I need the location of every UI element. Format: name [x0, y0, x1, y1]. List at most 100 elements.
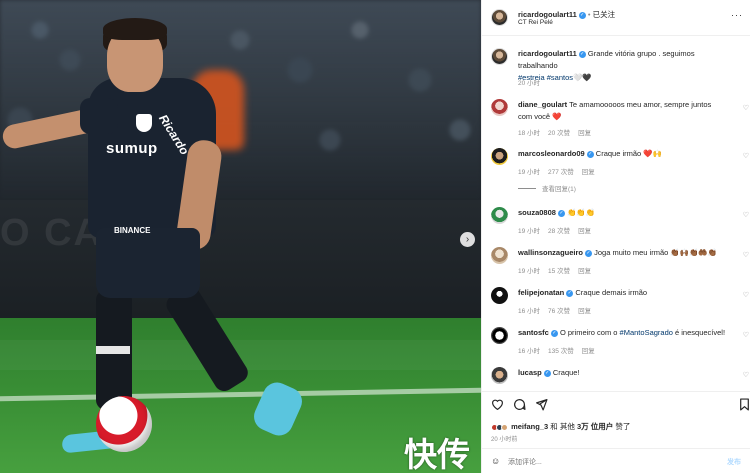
comment-text: santosfc ✓ O primeiro com o #MantoSagrado…: [518, 327, 736, 339]
comment-avatar[interactable]: [491, 148, 508, 165]
jersey-sponsor: sumup: [106, 140, 158, 157]
comment-time: 16 小时: [518, 308, 541, 315]
likes-middle: 和 其他: [548, 422, 577, 431]
liker-username[interactable]: meifang_3: [511, 422, 548, 431]
author-username[interactable]: ricardogoulart11: [518, 10, 577, 19]
comment-body: Craque irmão: [595, 149, 642, 158]
comment-meta: 19 小时 28 次赞 回复: [518, 225, 599, 235]
reply-button[interactable]: 回复: [578, 268, 591, 275]
post-time: 20 小时前: [491, 437, 518, 443]
comment-like-heart-icon[interactable]: ♡: [743, 152, 749, 160]
shorts-sponsor: BINANCE: [114, 226, 151, 235]
watermark: 快传: [404, 435, 470, 473]
player-sock-stripe: [96, 346, 130, 354]
verified-icon: ✓: [543, 370, 551, 377]
comment-avatar[interactable]: [491, 287, 508, 304]
comment-likes[interactable]: 135 次赞: [548, 348, 574, 355]
view-replies-button[interactable]: 查看回复(1): [518, 183, 576, 193]
post-comment-button[interactable]: 发布: [727, 457, 741, 467]
likes-tail: 赞了: [613, 422, 631, 431]
comment-body: O primeiro com o: [559, 328, 620, 337]
reply-button[interactable]: 回复: [582, 348, 595, 355]
comment-like-heart-icon[interactable]: ♡: [743, 291, 749, 299]
comment-username[interactable]: santosfc: [518, 328, 549, 337]
player-right-boot: [249, 378, 307, 440]
comment-icon[interactable]: [512, 397, 526, 411]
comment-likes[interactable]: 28 次赞: [548, 228, 570, 235]
heart-icon[interactable]: [490, 397, 504, 411]
comment-input[interactable]: [508, 455, 708, 469]
follow-status[interactable]: 已关注: [593, 10, 616, 19]
reply-button[interactable]: 回复: [578, 308, 591, 315]
comment-time: 19 小时: [518, 228, 541, 235]
verified-icon: ✓: [585, 250, 593, 257]
comment-like-heart-icon[interactable]: ♡: [743, 331, 749, 339]
liker-avatars: [491, 424, 508, 433]
comment-emoji: 👏👏👏: [567, 208, 596, 217]
football: [96, 396, 152, 452]
post-photo: O CANSO sumup Ricardo BINANCE › 快传: [0, 0, 481, 473]
comment-username[interactable]: marcosleonardo09: [518, 149, 585, 158]
comment-username[interactable]: wallinsonzagueiro: [518, 248, 583, 257]
comment-username[interactable]: lucasp: [518, 368, 542, 377]
comment-like-heart-icon[interactable]: ♡: [743, 371, 749, 379]
reply-button[interactable]: 回复: [582, 169, 595, 176]
comment-meta: 19 小时 277 次赞 回复: [518, 166, 603, 176]
comment-likes[interactable]: 76 次赞: [548, 308, 570, 315]
reply-button[interactable]: 回复: [578, 130, 591, 137]
verified-icon: ✓: [578, 12, 586, 19]
comment-likes[interactable]: 20 次赞: [548, 130, 570, 137]
verified-icon: ✓: [550, 330, 558, 337]
reply-button[interactable]: 回复: [578, 228, 591, 235]
comment-likes[interactable]: 277 次赞: [548, 169, 574, 176]
comment-username[interactable]: diane_goulart: [518, 100, 567, 109]
comment-avatar[interactable]: [491, 247, 508, 264]
post-location[interactable]: CT Rei Pelé: [518, 19, 553, 26]
more-options-icon[interactable]: ···: [731, 10, 743, 20]
comment-text: marcosleonardo09 ✓ Craque irmão ❤️🙌: [518, 148, 736, 160]
comment-body-tail: é inesquecível!: [672, 328, 726, 337]
comment-avatar[interactable]: [491, 99, 508, 116]
likes-count[interactable]: 3万 位用户: [577, 422, 613, 431]
comment-avatar[interactable]: [491, 207, 508, 224]
verified-icon: ✓: [566, 290, 574, 297]
comment-username[interactable]: felipejonatan: [518, 288, 564, 297]
caption-text: ricardogoulart11 ✓ Grande vitória grupo .…: [518, 48, 736, 84]
comment-like-heart-icon[interactable]: ♡: [743, 251, 749, 259]
football-player: sumup Ricardo BINANCE: [0, 0, 481, 473]
comment-like-heart-icon[interactable]: ♡: [743, 104, 749, 112]
comment-emoji: 👏🏾🙌🏾👏🏾🤲🏾👏🏾: [670, 248, 718, 257]
verified-icon: ✓: [578, 51, 586, 58]
caption-username[interactable]: ricardogoulart11: [518, 49, 577, 58]
bookmark-icon[interactable]: [737, 397, 750, 411]
paper-plane-icon[interactable]: [534, 397, 548, 411]
caption-emoji: 🤍🖤: [573, 73, 592, 82]
comment-meta: 16 小时 76 次赞 回复: [518, 305, 599, 315]
comment-hashtag[interactable]: #MantoSagrado: [620, 328, 673, 337]
emoji-icon[interactable]: ☺: [491, 456, 500, 466]
comment-avatar[interactable]: [491, 367, 508, 384]
comment-meta: 18 小时 20 次赞 回复: [518, 127, 599, 137]
post-side-panel: ricardogoulart11 ✓ • 已关注 CT Rei Pelé ··· …: [481, 0, 750, 473]
comment-avatar[interactable]: [491, 327, 508, 344]
verified-icon: ✓: [586, 151, 594, 158]
comment-username[interactable]: souza0808: [518, 208, 556, 217]
next-photo-button[interactable]: ›: [460, 232, 475, 247]
caption-time: 20 小时: [518, 80, 541, 87]
comment-text: diane_goulart Te amamooooos meu amor, se…: [518, 99, 726, 123]
comment-body: Joga muito meu irmão: [594, 248, 669, 257]
comment-text: souza0808 ✓ 👏👏👏: [518, 207, 736, 219]
player-hair-top: [103, 18, 167, 40]
player-shorts: [96, 228, 200, 298]
likes-summary: meifang_3 和 其他 3万 位用户 赞了: [491, 421, 630, 433]
comment-meta: 19 小时 15 次赞 回复: [518, 265, 599, 275]
author-avatar[interactable]: [491, 9, 508, 26]
caption-avatar[interactable]: [491, 48, 508, 65]
club-crest: [136, 114, 152, 132]
caption-meta: 20 小时: [518, 77, 548, 87]
comment-like-heart-icon[interactable]: ♡: [743, 211, 749, 219]
comment-text: lucasp ✓ Craque!: [518, 367, 736, 379]
comment-likes[interactable]: 15 次赞: [548, 268, 570, 275]
comment-time: 18 小时: [518, 130, 541, 137]
comment-emoji: ❤️🙌: [643, 149, 663, 158]
